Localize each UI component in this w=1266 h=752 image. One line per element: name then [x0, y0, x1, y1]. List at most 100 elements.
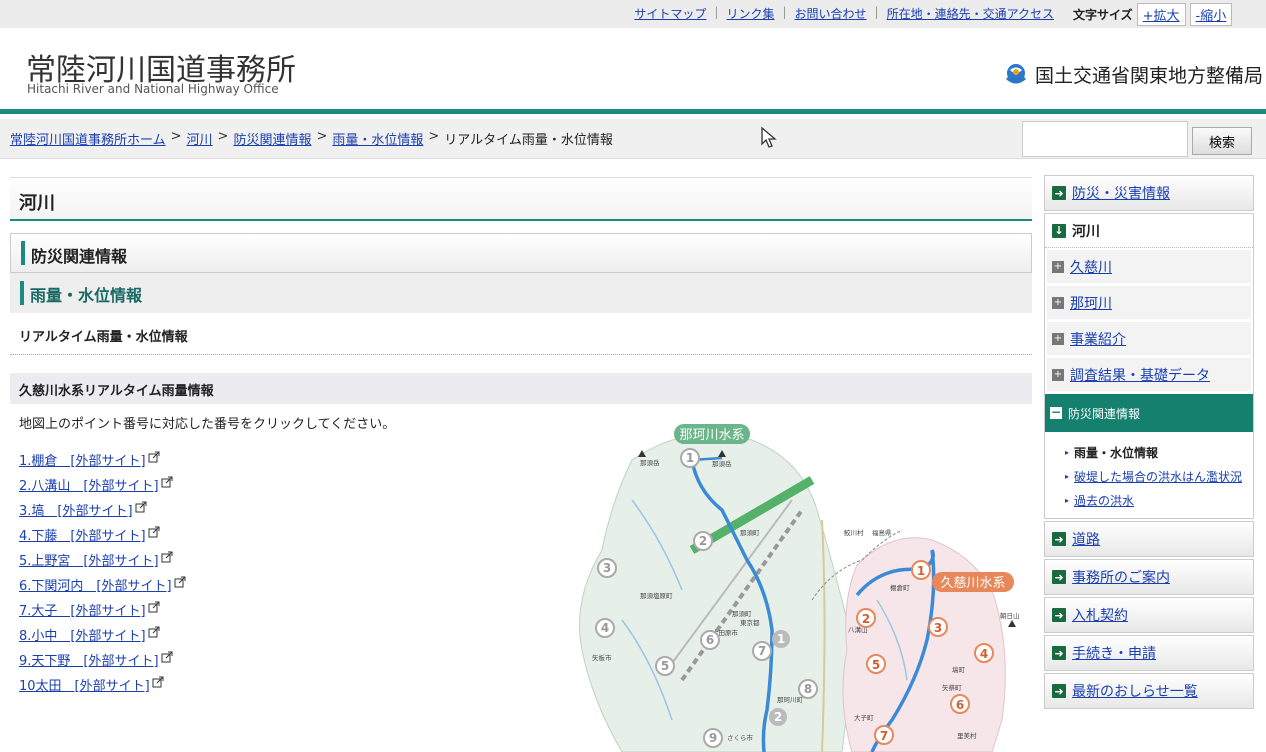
naka-point-number: 2 — [699, 534, 707, 548]
sidebar-item-bousai-saigai[interactable]: ➜ 防災・災害情報 — [1044, 175, 1254, 211]
rain-point-link[interactable]: 9.天下野 [外部サイト] — [19, 650, 159, 669]
links-link[interactable]: リンク集 — [726, 5, 774, 22]
sidebar-item-tetsuzuki[interactable]: ➜ 手続き・申請 — [1044, 635, 1254, 671]
list-item: 5.上野宮 [外部サイト] — [19, 547, 186, 572]
naka-point-number: 6 — [706, 633, 714, 647]
rain-point-link[interactable]: 7.大子 [外部サイト] — [19, 600, 146, 619]
rain-point-link[interactable]: 8.小中 [外部サイト] — [19, 625, 146, 644]
main-content: 河川 防災関連情報 雨量・水位情報 リアルタイム雨量・水位情報 久慈川水系リアル… — [10, 177, 1032, 694]
kuji-point-number: 6 — [956, 698, 964, 712]
plus-icon: + — [1052, 332, 1064, 345]
sidebar-item-label[interactable]: 道路 — [1072, 529, 1100, 549]
sitemap-link[interactable]: サイトマップ — [634, 5, 706, 22]
kuji-point-number: 1 — [917, 564, 925, 578]
external-link-icon — [148, 451, 160, 462]
enlarge-button[interactable]: +拡大 — [1136, 3, 1186, 26]
naka-point-number: 7 — [758, 644, 766, 658]
heading-text: 雨量・水位情報 — [30, 286, 143, 305]
search-button[interactable]: 検索 — [1192, 127, 1252, 155]
section-heading-bousai: 防災関連情報 — [10, 233, 1032, 273]
sidebar-subitem-kako[interactable]: ▸ 過去の洪水 — [1065, 488, 1253, 512]
naka-point-number: 5 — [661, 659, 669, 673]
list-item: 3.塙 [外部サイト] — [19, 497, 186, 522]
sidebar-item-label[interactable]: 事業紹介 — [1070, 329, 1126, 349]
place-name: 朝日山 — [1000, 611, 1020, 620]
rain-point-link[interactable]: 1.棚倉 [外部サイト] — [19, 450, 146, 469]
sidebar-item-nyusatsu[interactable]: ➜ 入札契約 — [1044, 597, 1254, 633]
search-input[interactable] — [1022, 121, 1188, 157]
sidebar-item-jigyo[interactable]: + 事業紹介 — [1047, 322, 1251, 356]
sidebar-item-naka[interactable]: + 那珂川 — [1047, 286, 1251, 320]
sidebar-subitem-hatan[interactable]: ▸ 破堤した場合の洪水はん濫状況 — [1065, 464, 1253, 488]
breadcrumb-kasen[interactable]: 河川 — [187, 129, 213, 148]
access-link[interactable]: 所在地・連絡先・交通アクセス — [887, 5, 1054, 22]
ministry-logo[interactable]: 国土交通省関東地方整備局 — [1003, 61, 1263, 88]
arrow-right-icon: ➜ — [1052, 532, 1066, 546]
sidebar-subitem-label[interactable]: 過去の洪水 — [1074, 492, 1134, 509]
place-name: 棚倉町 — [890, 583, 910, 592]
kuji-point-number: 5 — [872, 658, 880, 672]
list-item: 2.八溝山 [外部サイト] — [19, 472, 186, 497]
sidebar-item-bousai-kanren[interactable]: − 防災関連情報 — [1045, 394, 1253, 432]
place-name: 東京都 — [740, 618, 760, 627]
arrow-down-icon: ↓ — [1052, 223, 1066, 238]
list-item: 6.下関河内 [外部サイト] — [19, 572, 186, 597]
external-link-icon — [148, 526, 160, 537]
sidebar-item-annai[interactable]: ➜ 事務所のご案内 — [1044, 559, 1254, 595]
place-name: 里美村 — [957, 731, 977, 740]
sidebar-item-label[interactable]: 最新のおしらせ一覧 — [1072, 681, 1198, 701]
breadcrumb-uryo[interactable]: 雨量・水位情報 — [332, 129, 423, 148]
naka-point-number: 1 — [777, 632, 785, 646]
sidebar-item-news[interactable]: ➜ 最新のおしらせ一覧 — [1044, 673, 1254, 709]
breadcrumb: 常陸河川国道事務所ホーム > 河川 > 防災関連情報 > 雨量・水位情報 > リ… — [10, 129, 613, 148]
sidebar-item-label[interactable]: 入札契約 — [1072, 605, 1128, 625]
sidebar-item-label[interactable]: 防災・災害情報 — [1072, 183, 1170, 203]
rain-point-link[interactable]: 2.八溝山 [外部サイト] — [19, 475, 159, 494]
rain-point-link[interactable]: 5.上野宮 [外部サイト] — [19, 550, 159, 569]
sidebar-item-label[interactable]: 手続き・申請 — [1072, 643, 1156, 663]
sidebar-item-label[interactable]: 調査結果・基礎データ — [1070, 365, 1210, 385]
breadcrumb-separator: > — [217, 129, 229, 144]
naka-point-number: 1 — [686, 451, 694, 465]
rain-point-link[interactable]: 3.塙 [外部サイト] — [19, 500, 133, 519]
sidebar-item-kasen[interactable]: ↓ 河川 — [1045, 214, 1253, 248]
place-name: 那須岳 — [640, 458, 660, 467]
separator: | — [782, 5, 787, 19]
breadcrumb-bousai[interactable]: 防災関連情報 — [233, 129, 311, 148]
rain-station-map: 那珂川水系 久慈川水系 那須岳 那須岳 那須町 福島県 那須塩原町 大田原市 那… — [579, 424, 1020, 752]
sidebar-item-label[interactable]: 久慈川 — [1070, 257, 1112, 277]
minus-icon: − — [1050, 405, 1062, 419]
bullet-icon: ▸ — [1065, 447, 1070, 457]
external-link-icon — [148, 626, 160, 637]
sidebar-item-label[interactable]: 那珂川 — [1070, 293, 1112, 313]
sidebar-submenu: ▸ 雨量・水位情報 ▸ 破堤した場合の洪水はん濫状況 ▸ 過去の洪水 — [1045, 432, 1253, 518]
plus-icon: + — [1052, 296, 1064, 309]
rain-point-link[interactable]: 4.下藤 [外部サイト] — [19, 525, 146, 544]
shrink-button[interactable]: -縮小 — [1189, 3, 1233, 26]
sidebar-item-label[interactable]: 事務所のご案内 — [1072, 567, 1170, 587]
sidebar-item-chosa[interactable]: + 調査結果・基礎データ — [1047, 358, 1251, 392]
utility-links: サイトマップ | リンク集 | お問い合わせ | 所在地・連絡先・交通アクセス — [634, 5, 1054, 22]
sidebar-nav: ➜ 防災・災害情報 ↓ 河川 + 久慈川 + 那珂川 + 事業紹介 + 調査結果… — [1044, 175, 1254, 711]
list-item: 10太田 [外部サイト] — [19, 672, 186, 697]
site-logo-subtitle: Hitachi River and National Highway Offic… — [27, 82, 279, 96]
mouse-cursor-icon — [761, 126, 777, 148]
bullet-icon: ▸ — [1065, 495, 1070, 505]
separator: | — [714, 5, 719, 19]
sidebar-item-douro[interactable]: ➜ 道路 — [1044, 521, 1254, 557]
rain-point-link[interactable]: 6.下関河内 [外部サイト] — [19, 575, 172, 594]
breadcrumb-home[interactable]: 常陸河川国道事務所ホーム — [10, 129, 166, 148]
rain-point-link[interactable]: 10太田 [外部サイト] — [19, 675, 150, 694]
place-name: 那須町 — [740, 528, 760, 537]
font-size-label: 文字サイズ — [1073, 8, 1133, 22]
place-name: 那須岳 — [712, 459, 732, 468]
list-item: 1.棚倉 [外部サイト] — [19, 447, 186, 472]
external-link-icon — [148, 601, 160, 612]
sidebar-subitem-label[interactable]: 破堤した場合の洪水はん濫状況 — [1074, 468, 1242, 485]
section-heading-kasen: 河川 — [10, 177, 1032, 221]
sidebar-item-kuji[interactable]: + 久慈川 — [1047, 250, 1251, 284]
contact-link[interactable]: お問い合わせ — [795, 5, 867, 22]
plus-icon: + — [1052, 368, 1064, 381]
naka-point-number: 9 — [709, 731, 717, 745]
place-name: さくら市 — [727, 733, 754, 742]
